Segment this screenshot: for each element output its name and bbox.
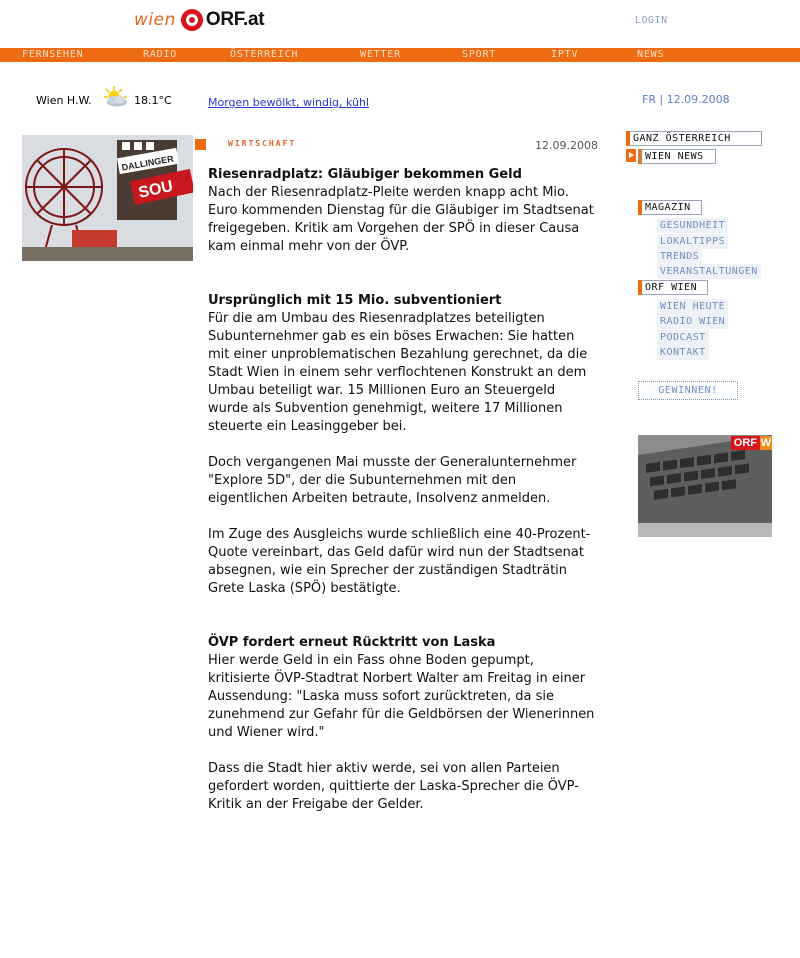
- sidebar-magazin-label: MAGAZIN: [645, 202, 691, 213]
- sidebar-orf-wien[interactable]: ORF WIEN: [638, 280, 708, 295]
- sidebar-item-veranstaltungen[interactable]: VERANSTALTUNGEN: [657, 264, 761, 279]
- article-subheading-1: Ursprünglich mit 15 Mio. subventioniert: [208, 293, 502, 308]
- arrow-right-icon: [626, 149, 636, 162]
- article-date: 12.09.2008: [535, 139, 598, 152]
- logo-wien-text: wien: [134, 10, 176, 30]
- article-photo[interactable]: DALLINGER SOU: [22, 135, 193, 261]
- site-logo[interactable]: wien ORF.at: [134, 6, 265, 34]
- logo-orf-text: ORF.at: [205, 9, 265, 30]
- forecast-link[interactable]: Morgen bewölkt, windig, kühl: [208, 96, 369, 109]
- article-paragraph-1: Für die am Umbau des Riesenradplatzes be…: [208, 311, 588, 434]
- article-body: Riesenradplatz: Gläubiger bekommen Geld …: [208, 166, 598, 814]
- article-category[interactable]: WIRTSCHAFT: [228, 139, 296, 148]
- nav-item-iptv[interactable]: IPTV: [551, 49, 578, 61]
- article-subheading-2: ÖVP fordert erneut Rücktritt von Laska: [208, 635, 496, 650]
- article-paragraph-2: Doch vergangenen Mai musste der Generalu…: [208, 455, 577, 506]
- gewinnen-button[interactable]: GEWINNEN!: [638, 381, 738, 400]
- orf-eye-icon: [180, 9, 203, 31]
- sidebar-item-gesundheit[interactable]: GESUNDHEIT: [657, 218, 729, 233]
- riesenrad-image: DALLINGER SOU: [22, 135, 193, 261]
- sidebar-item-radio-wien[interactable]: RADIO WIEN: [657, 314, 729, 329]
- sidebar-orf-wien-label: ORF WIEN: [645, 282, 698, 293]
- nav-item-news[interactable]: NEWS: [637, 49, 664, 61]
- category-marker: [195, 139, 206, 150]
- nav-item-oesterreich[interactable]: ÖSTERREICH: [230, 49, 298, 61]
- sidebar-ganz-oesterreich-label: GANZ ÖSTERREICH: [633, 133, 731, 144]
- temperature: 18.1°C: [134, 94, 172, 107]
- current-date: FR | 12.09.2008: [642, 93, 730, 106]
- promo-w-label: W: [760, 436, 772, 450]
- sidebar-item-kontakt[interactable]: KONTAKT: [657, 345, 709, 360]
- sidebar-magazin[interactable]: MAGAZIN: [638, 200, 702, 215]
- article-lead: Nach der Riesenradplatz-Pleite werden kn…: [208, 185, 594, 254]
- article-paragraph-4: Hier werde Geld in ein Fass ohne Boden g…: [208, 653, 595, 740]
- sidebar-item-wien-heute[interactable]: WIEN HEUTE: [657, 299, 729, 314]
- nav-item-sport[interactable]: SPORT: [462, 49, 496, 61]
- weather-location: Wien H.W.: [36, 94, 92, 107]
- sidebar-item-trends[interactable]: TRENDS: [657, 249, 703, 264]
- promo-orf-label: ORF: [730, 436, 760, 450]
- keyboard-image: [638, 435, 772, 537]
- nav-item-fernsehen[interactable]: FERNSEHEN: [22, 49, 83, 61]
- partly-cloudy-icon: [104, 86, 127, 107]
- article-title: Riesenradplatz: Gläubiger bekommen Geld: [208, 167, 522, 182]
- sidebar-wien-news-label: WIEN NEWS: [645, 151, 704, 162]
- article-paragraph-5: Dass die Stadt hier aktiv werde, sei von…: [208, 761, 579, 812]
- nav-item-radio[interactable]: RADIO: [143, 49, 177, 61]
- sidebar-wien-news[interactable]: WIEN NEWS: [638, 149, 716, 164]
- sidebar-ganz-oesterreich[interactable]: GANZ ÖSTERREICH: [626, 131, 762, 146]
- sidebar-item-podcast[interactable]: PODCAST: [657, 330, 709, 345]
- article-paragraph-3: Im Zuge des Ausgleichs wurde schließlich…: [208, 527, 591, 596]
- nav-item-wetter[interactable]: WETTER: [360, 49, 401, 61]
- sidebar-item-lokaltipps[interactable]: LOKALTIPPS: [657, 234, 729, 249]
- main-nav: FERNSEHEN RADIO ÖSTERREICH WETTER SPORT …: [0, 48, 800, 62]
- promo-banner[interactable]: ORF W: [638, 435, 772, 537]
- login-link[interactable]: LOGIN: [635, 15, 668, 26]
